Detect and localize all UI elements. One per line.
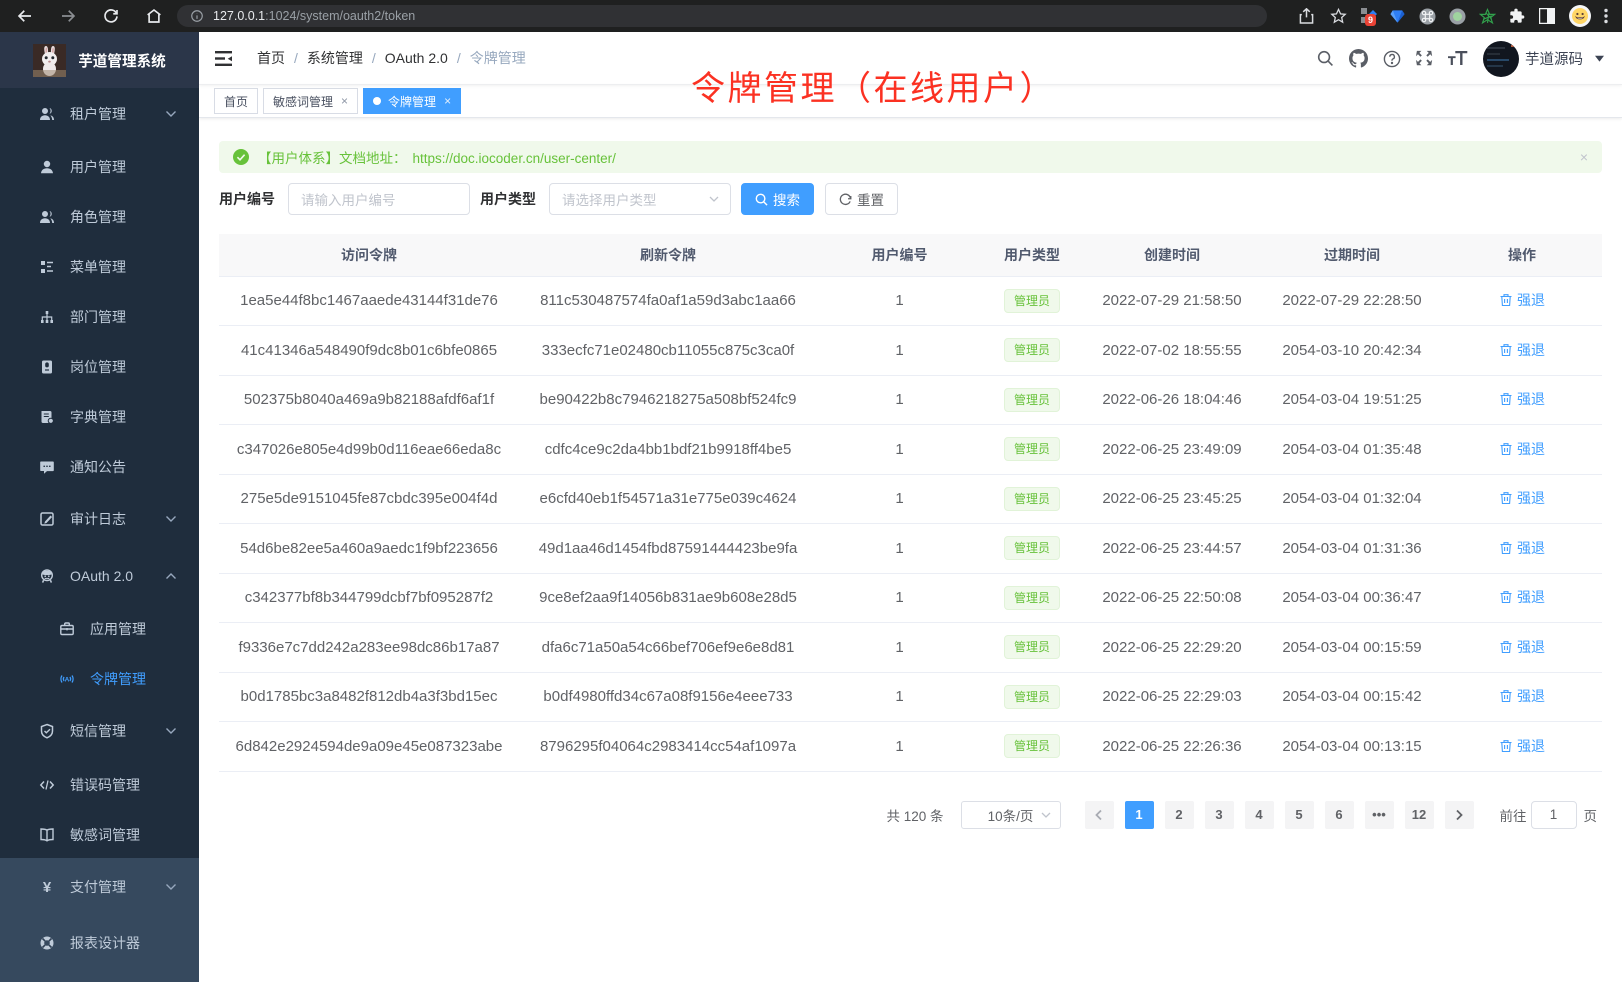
svg-text:¥: ¥ [43, 879, 52, 895]
svg-text:A: A [65, 677, 70, 684]
